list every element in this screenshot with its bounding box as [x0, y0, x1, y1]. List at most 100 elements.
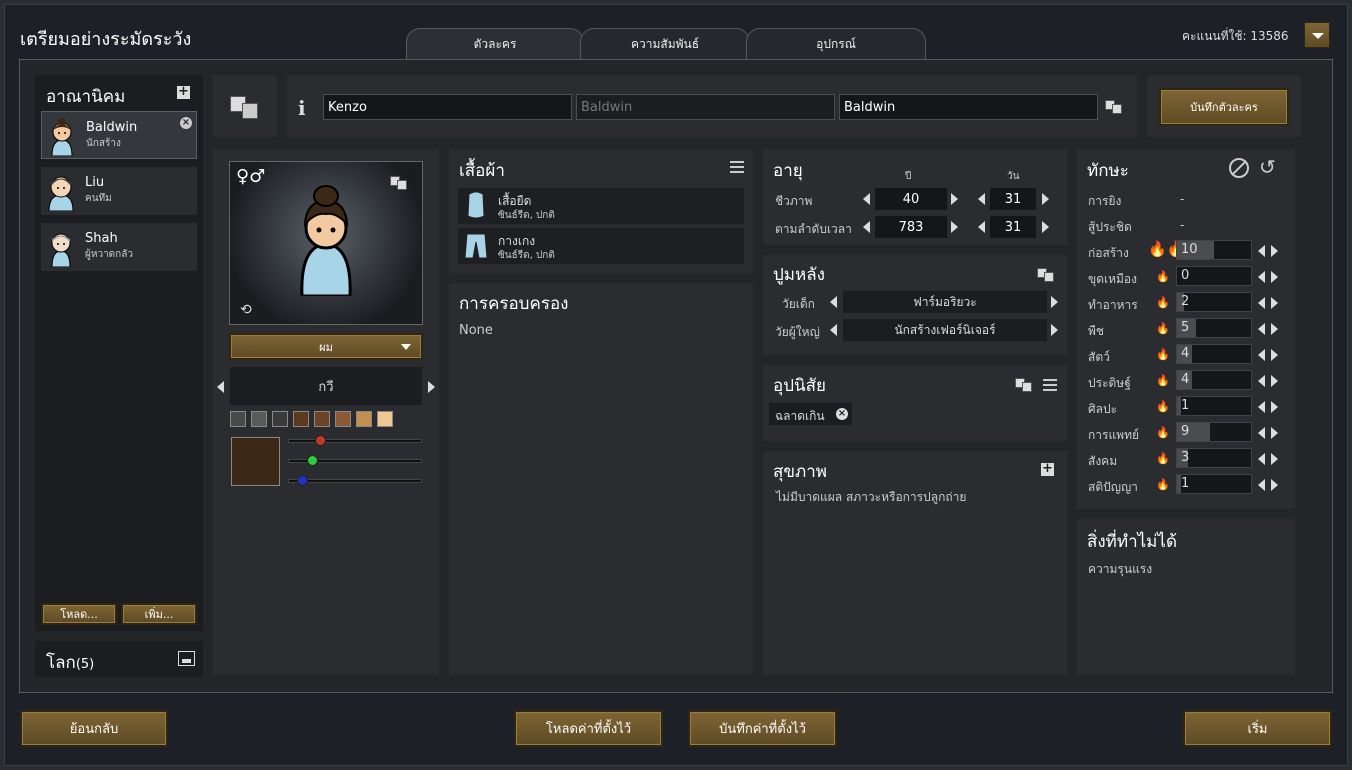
color-swatch[interactable] [335, 411, 351, 427]
first-name-field[interactable]: Kenzo [323, 94, 572, 120]
pawn-row-baldwin[interactable]: Baldwin นักสร้าง × [41, 111, 197, 159]
skill-increase[interactable] [1271, 453, 1278, 465]
info-icon[interactable]: i [298, 96, 306, 120]
pawn-row-shah[interactable]: Shah ผู้หวาดกลัว [41, 223, 197, 271]
bio-year-inc[interactable] [951, 193, 958, 205]
dice-icon[interactable] [1037, 268, 1055, 282]
skill-decrease[interactable] [1258, 479, 1265, 491]
load-preset-button[interactable]: โหลดค่าที่ตั้งไว้ [514, 710, 663, 747]
chrono-years-field[interactable]: 783 [875, 216, 947, 238]
skill-label: ประดิษฐ์ [1088, 376, 1131, 390]
pawn-portrait [51, 233, 71, 267]
chrono-year-inc[interactable] [951, 221, 958, 233]
bio-day-inc[interactable] [1042, 193, 1049, 205]
tab-character[interactable]: ตัวละคร [406, 28, 584, 60]
load-pawn-button[interactable]: โหลด... [41, 603, 117, 625]
skill-row: ก่อสร้าง 🔥🔥 10 [1088, 240, 1288, 262]
ideo-value: None [459, 323, 493, 338]
back-button[interactable]: ย้อนกลับ [20, 710, 168, 747]
skill-decrease[interactable] [1258, 245, 1265, 257]
skill-increase[interactable] [1271, 401, 1278, 413]
chrono-day-dec[interactable] [978, 221, 985, 233]
skill-increase[interactable] [1271, 245, 1278, 257]
blue-slider[interactable] [288, 475, 422, 486]
color-swatch[interactable] [377, 411, 393, 427]
world-pawns-icon[interactable] [178, 651, 195, 666]
red-slider[interactable] [288, 435, 422, 446]
pawn-row-liu[interactable]: Liu คนทึม [41, 167, 197, 215]
bio-year-dec[interactable] [863, 193, 870, 205]
tab-relations[interactable]: ความสัมพันธ์ [580, 28, 750, 60]
color-swatch[interactable] [356, 411, 372, 427]
gender-icon[interactable]: ♀♂ [236, 166, 265, 187]
save-preset-button[interactable]: บันทึกค่าที่ตั้งไว้ [688, 710, 837, 747]
last-name-field[interactable]: Baldwin [839, 94, 1098, 120]
adulthood-value[interactable]: นักสร้างเฟอร์นิเจอร์ [843, 319, 1047, 341]
skill-decrease[interactable] [1258, 453, 1265, 465]
color-swatch[interactable] [230, 411, 246, 427]
dice-icon[interactable] [1015, 378, 1033, 392]
skill-decrease[interactable] [1258, 401, 1265, 413]
dice-icon[interactable] [230, 96, 260, 120]
slider-knob[interactable] [306, 455, 318, 466]
dice-icon[interactable] [390, 176, 408, 190]
start-button[interactable]: เริ่ม [1183, 710, 1332, 747]
skill-increase[interactable] [1271, 271, 1278, 283]
green-slider[interactable] [288, 455, 422, 466]
skill-increase[interactable] [1271, 349, 1278, 361]
remove-pawn-icon[interactable]: × [180, 117, 192, 129]
list-icon[interactable] [1043, 379, 1057, 391]
skill-label: สู้ประชิด [1088, 220, 1132, 234]
next-hair-arrow[interactable] [428, 381, 435, 393]
skill-decrease[interactable] [1258, 375, 1265, 387]
trait-chip[interactable]: ฉลาดเกิน × [769, 403, 852, 425]
rotate-icon[interactable]: ⟲ [240, 302, 252, 318]
skill-decrease[interactable] [1258, 349, 1265, 361]
childhood-prev[interactable] [830, 296, 837, 308]
skill-decrease[interactable] [1258, 297, 1265, 309]
skill-increase[interactable] [1271, 427, 1278, 439]
slider-knob[interactable] [314, 435, 326, 446]
skill-increase[interactable] [1271, 297, 1278, 309]
skill-increase[interactable] [1271, 479, 1278, 491]
add-pawn-icon[interactable]: + [177, 85, 190, 99]
chrono-year-dec[interactable] [863, 221, 870, 233]
skill-decrease[interactable] [1258, 427, 1265, 439]
childhood-value[interactable]: ฟาร์มอริยวะ [843, 291, 1047, 313]
hair-dropdown[interactable]: ผม [229, 333, 423, 360]
nick-name-field[interactable]: Baldwin [576, 94, 835, 120]
add-hediff-icon[interactable]: + [1041, 462, 1054, 476]
skill-decrease[interactable] [1258, 271, 1265, 283]
dice-icon[interactable] [1105, 100, 1123, 114]
childhood-next[interactable] [1051, 296, 1058, 308]
color-swatch[interactable] [293, 411, 309, 427]
adulthood-prev[interactable] [830, 324, 837, 336]
apparel-item[interactable]: เสื้อยืด ซินธ์รีด, ปกติ [458, 188, 744, 224]
bio-days-field[interactable]: 31 [990, 188, 1036, 210]
pawn-role: นักสร้าง [86, 138, 121, 149]
bio-day-dec[interactable] [978, 193, 985, 205]
adulthood-next[interactable] [1051, 324, 1058, 336]
chrono-days-field[interactable]: 31 [990, 216, 1036, 238]
skill-increase[interactable] [1271, 375, 1278, 387]
color-swatch[interactable] [272, 411, 288, 427]
apparel-item[interactable]: กางเกง ซินธ์รีด, ปกติ [458, 228, 744, 264]
tab-gear[interactable]: อุปกรณ์ [746, 28, 926, 60]
add-pawn-button[interactable]: เพิ่ม... [121, 603, 197, 625]
passion-flame-icon: 🔥 [1156, 426, 1170, 439]
list-icon[interactable] [730, 161, 744, 173]
points-dropdown-button[interactable] [1304, 22, 1330, 48]
reset-icon[interactable]: ↺ [1259, 155, 1276, 179]
skill-decrease[interactable] [1258, 323, 1265, 335]
chrono-day-inc[interactable] [1042, 221, 1049, 233]
bio-years-field[interactable]: 40 [875, 188, 947, 210]
color-swatch[interactable] [314, 411, 330, 427]
save-character-button[interactable]: บันทึกตัวละคร [1159, 88, 1289, 126]
remove-trait-icon[interactable]: × [836, 408, 848, 420]
clear-skills-icon[interactable] [1229, 158, 1249, 178]
color-swatch[interactable] [251, 411, 267, 427]
skill-increase[interactable] [1271, 323, 1278, 335]
prev-hair-arrow[interactable] [217, 381, 224, 393]
skill-label: ทำอาหาร [1088, 298, 1138, 312]
no-passion-icon: 🔥 [1156, 374, 1170, 387]
